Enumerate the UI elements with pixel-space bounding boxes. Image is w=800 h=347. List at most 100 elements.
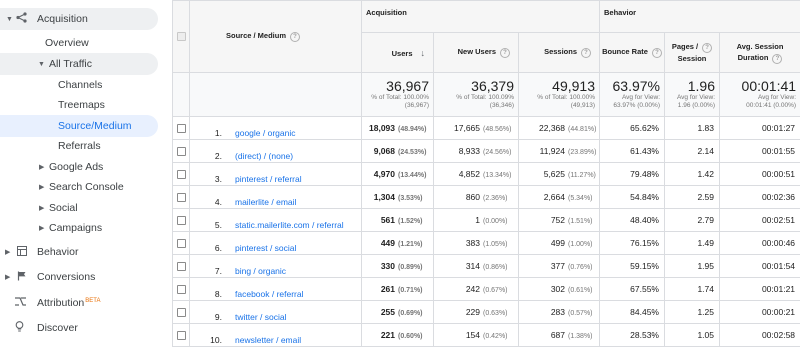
col-avg-session-duration[interactable]: Avg. Session Duration? bbox=[720, 33, 800, 73]
nav-source-medium-label: Source/Medium bbox=[58, 120, 132, 132]
nav-discover[interactable]: Discover bbox=[0, 317, 158, 339]
help-icon[interactable]: ? bbox=[652, 48, 662, 58]
select-all-checkbox[interactable] bbox=[177, 32, 186, 41]
nav-referrals[interactable]: Referrals bbox=[0, 135, 158, 157]
totals-users-sub1: % of Total: 100.00% bbox=[362, 94, 429, 102]
users-cell: 9,068(24.53%) bbox=[362, 140, 434, 163]
totals-pages-sub1: Avg for View: bbox=[665, 94, 715, 102]
col-bounce-rate[interactable]: Bounce Rate? bbox=[600, 33, 665, 73]
sessions-percent: (1.51%) bbox=[568, 218, 594, 225]
nav-source-medium[interactable]: Source/Medium bbox=[0, 115, 158, 137]
users-percent: (13.44%) bbox=[398, 172, 428, 179]
table-row: 9.twitter / social255(0.69%)229(0.63%)28… bbox=[173, 301, 800, 324]
nav-campaigns[interactable]: ▶ Campaigns bbox=[0, 217, 158, 239]
caret-right-icon: ▶ bbox=[39, 163, 44, 171]
nav-social[interactable]: ▶ Social bbox=[0, 197, 158, 219]
col-users[interactable]: Users↓ bbox=[362, 33, 434, 73]
totals-pages-session: 1.96Avg for View:1.96 (0.00%) bbox=[665, 73, 720, 117]
users-percent: (1.21%) bbox=[398, 241, 428, 248]
nav-overview[interactable]: Overview bbox=[0, 32, 158, 54]
row-checkbox[interactable] bbox=[177, 285, 186, 294]
source-medium-link[interactable]: static.mailerlite.com / referral bbox=[235, 220, 344, 230]
nav-channels-label: Channels bbox=[58, 79, 102, 91]
row-checkbox-cell bbox=[173, 163, 190, 186]
nav-google-ads-label: Google Ads bbox=[49, 161, 103, 173]
help-icon[interactable]: ? bbox=[702, 43, 712, 53]
col-sessions[interactable]: Sessions? bbox=[519, 33, 600, 73]
report-table: Source / Medium? Acquisition Behavior Us… bbox=[172, 0, 800, 347]
source-medium-link[interactable]: pinterest / social bbox=[235, 243, 296, 253]
users-percent: (24.53%) bbox=[398, 149, 428, 156]
help-icon[interactable]: ? bbox=[772, 54, 782, 64]
sessions-percent: (1.00%) bbox=[568, 241, 594, 248]
new-users-cell: 17,665(48.56%) bbox=[434, 117, 519, 140]
nav-treemaps[interactable]: Treemaps bbox=[0, 94, 158, 116]
row-checkbox[interactable] bbox=[177, 331, 186, 340]
source-medium-link[interactable]: pinterest / referral bbox=[235, 174, 302, 184]
col-pages-session[interactable]: Pages /?Session bbox=[665, 33, 720, 73]
nav-all-traffic[interactable]: ▼ All Traffic bbox=[0, 53, 158, 75]
source-medium-link[interactable]: google / organic bbox=[235, 128, 296, 138]
nav-channels[interactable]: Channels bbox=[0, 74, 158, 96]
col-bounce-rate-label: Bounce Rate bbox=[602, 47, 648, 56]
table-row: 3.pinterest / referral4,970(13.44%)4,852… bbox=[173, 163, 800, 186]
nav-search-console-label: Search Console bbox=[49, 181, 124, 193]
users-percent: (0.71%) bbox=[398, 287, 428, 294]
row-index: 5. bbox=[194, 220, 222, 230]
nav-acquisition[interactable]: ▼ Acquisition bbox=[0, 8, 158, 30]
sessions-percent: (23.89%) bbox=[568, 149, 594, 156]
row-checkbox[interactable] bbox=[177, 147, 186, 156]
row-checkbox-cell bbox=[173, 209, 190, 232]
users-value: 261 bbox=[381, 284, 395, 294]
nav-conversions[interactable]: ▶ Conversions bbox=[0, 266, 158, 288]
sessions-cell: 377(0.76%) bbox=[519, 255, 600, 278]
users-value: 330 bbox=[381, 261, 395, 271]
new-users-value: 242 bbox=[466, 284, 480, 294]
col-duration-label-2: Duration bbox=[738, 53, 769, 62]
nav-google-ads[interactable]: ▶ Google Ads bbox=[0, 156, 158, 178]
col-new-users[interactable]: New Users? bbox=[434, 33, 519, 73]
row-checkbox[interactable] bbox=[177, 193, 186, 202]
row-checkbox[interactable] bbox=[177, 216, 186, 225]
row-checkbox[interactable] bbox=[177, 170, 186, 179]
sessions-cell: 11,924(23.89%) bbox=[519, 140, 600, 163]
source-medium-link[interactable]: (direct) / (none) bbox=[235, 151, 293, 161]
row-checkbox[interactable] bbox=[177, 124, 186, 133]
col-duration-label-1: Avg. Session bbox=[737, 42, 784, 51]
nav-behavior[interactable]: ▶ Behavior bbox=[0, 241, 158, 263]
source-medium-link[interactable]: bing / organic bbox=[235, 266, 286, 276]
col-new-users-label: New Users bbox=[458, 47, 496, 56]
pages-session-cell: 2.59 bbox=[665, 186, 720, 209]
help-icon[interactable]: ? bbox=[500, 48, 510, 58]
new-users-percent: (1.05%) bbox=[483, 241, 513, 248]
new-users-value: 383 bbox=[466, 238, 480, 248]
col-source-medium[interactable]: Source / Medium? bbox=[190, 1, 362, 73]
nav-referrals-label: Referrals bbox=[58, 140, 101, 152]
nav-attribution[interactable]: AttributionBETA bbox=[0, 292, 158, 314]
sessions-cell: 2,664(5.34%) bbox=[519, 186, 600, 209]
source-medium-link[interactable]: mailerlite / email bbox=[235, 197, 296, 207]
source-medium-cell: 1.google / organic bbox=[190, 117, 362, 140]
nav-campaigns-label: Campaigns bbox=[49, 222, 102, 234]
source-medium-cell: 4.mailerlite / email bbox=[190, 186, 362, 209]
source-medium-link[interactable]: twitter / social bbox=[235, 312, 287, 322]
help-icon[interactable]: ? bbox=[581, 48, 591, 58]
row-index: 8. bbox=[194, 289, 222, 299]
row-checkbox[interactable] bbox=[177, 239, 186, 248]
sessions-value: 5,625 bbox=[544, 169, 565, 179]
table-row: 8.facebook / referral261(0.71%)242(0.67%… bbox=[173, 278, 800, 301]
table-row: 1.google / organic18,093(48.94%)17,665(4… bbox=[173, 117, 800, 140]
help-icon[interactable]: ? bbox=[290, 32, 300, 42]
duration-cell: 00:01:27 bbox=[720, 117, 800, 140]
row-checkbox[interactable] bbox=[177, 262, 186, 271]
new-users-percent: (13.34%) bbox=[483, 172, 513, 179]
users-value: 255 bbox=[381, 307, 395, 317]
source-medium-link[interactable]: facebook / referral bbox=[235, 289, 304, 299]
source-medium-cell: 2.(direct) / (none) bbox=[190, 140, 362, 163]
nav-search-console[interactable]: ▶ Search Console bbox=[0, 176, 158, 198]
caret-right-icon: ▶ bbox=[5, 248, 10, 256]
sort-arrow-down-icon: ↓ bbox=[421, 48, 426, 58]
attribution-icon bbox=[14, 296, 27, 310]
users-percent: (48.94%) bbox=[398, 126, 428, 133]
row-checkbox[interactable] bbox=[177, 308, 186, 317]
